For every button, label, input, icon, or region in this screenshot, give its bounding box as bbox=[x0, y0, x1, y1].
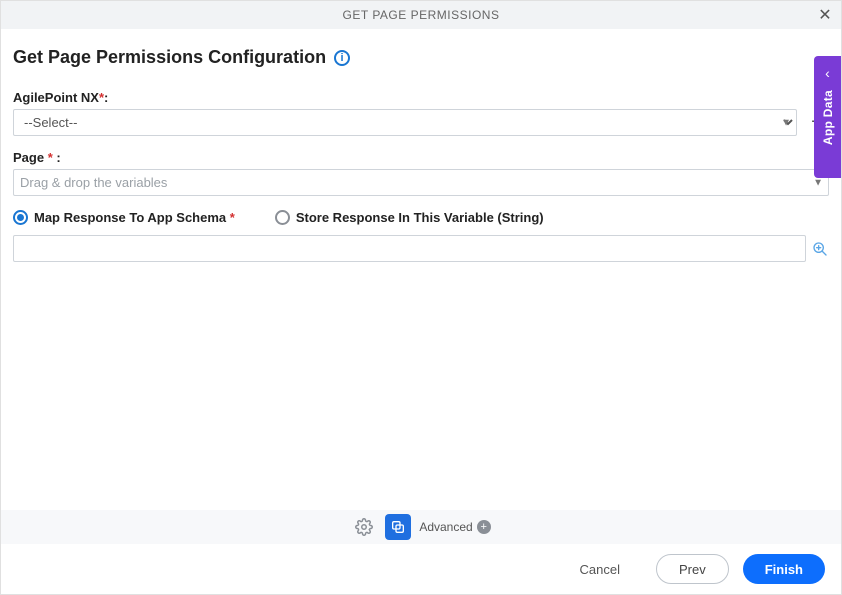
store-response-radio[interactable]: Store Response In This Variable (String) bbox=[275, 210, 544, 225]
dialog-window: GET PAGE PERMISSIONS ✕ Get Page Permissi… bbox=[0, 0, 842, 595]
cancel-button[interactable]: Cancel bbox=[558, 554, 642, 584]
copy-activity-button[interactable] bbox=[385, 514, 411, 540]
page-field: Page * : ▼ bbox=[13, 150, 829, 196]
map-response-radio[interactable]: Map Response To App Schema * bbox=[13, 210, 235, 225]
finish-button[interactable]: Finish bbox=[743, 554, 825, 584]
agilepoint-select-wrap: --Select-- ▼ bbox=[13, 109, 797, 136]
required-asterisk: * bbox=[230, 210, 235, 225]
radio-unchecked-icon bbox=[275, 210, 290, 225]
agilepoint-select[interactable]: --Select-- bbox=[13, 109, 797, 136]
response-input-row bbox=[13, 235, 829, 262]
close-icon: ✕ bbox=[818, 5, 831, 25]
titlebar-title: GET PAGE PERMISSIONS bbox=[343, 8, 500, 22]
info-icon[interactable]: i bbox=[334, 50, 350, 66]
page-input[interactable] bbox=[13, 169, 829, 196]
chevron-left-icon: ‹ bbox=[825, 66, 830, 80]
dialog-body: Get Page Permissions Configuration i Agi… bbox=[1, 29, 841, 510]
map-response-label: Map Response To App Schema * bbox=[34, 210, 235, 225]
plus-circle-icon: + bbox=[477, 520, 491, 534]
settings-button[interactable] bbox=[351, 514, 377, 540]
dialog-footer: Cancel Prev Finish bbox=[1, 544, 841, 594]
copy-icon bbox=[390, 519, 406, 535]
close-button[interactable]: ✕ bbox=[815, 5, 835, 25]
gear-icon bbox=[355, 518, 373, 536]
agilepoint-field: AgilePoint NX*: --Select-- ▼ + bbox=[13, 90, 829, 136]
page-label: Page * : bbox=[13, 150, 829, 165]
advanced-toolbar: Advanced + bbox=[1, 510, 841, 544]
titlebar: GET PAGE PERMISSIONS ✕ bbox=[1, 1, 841, 29]
magnifier-plus-icon bbox=[812, 241, 828, 257]
label-colon: : bbox=[104, 90, 108, 105]
page-heading: Get Page Permissions Configuration i bbox=[13, 47, 829, 68]
radio-checked-icon bbox=[13, 210, 28, 225]
agilepoint-label: AgilePoint NX*: bbox=[13, 90, 829, 105]
label-colon: : bbox=[56, 150, 60, 165]
page-label-text: Page bbox=[13, 150, 44, 165]
page-title: Get Page Permissions Configuration bbox=[13, 47, 326, 68]
app-data-side-tab[interactable]: ‹ App Data bbox=[814, 56, 841, 178]
response-radio-group: Map Response To App Schema * Store Respo… bbox=[13, 210, 829, 225]
lookup-button[interactable] bbox=[812, 240, 829, 258]
agilepoint-label-text: AgilePoint NX bbox=[13, 90, 99, 105]
page-input-wrap: ▼ bbox=[13, 169, 829, 196]
advanced-label: Advanced bbox=[419, 520, 472, 534]
advanced-toggle[interactable]: Advanced + bbox=[419, 520, 490, 534]
required-asterisk: * bbox=[48, 150, 53, 165]
response-input[interactable] bbox=[13, 235, 806, 262]
map-response-label-text: Map Response To App Schema bbox=[34, 210, 226, 225]
store-response-label: Store Response In This Variable (String) bbox=[296, 210, 544, 225]
app-data-label: App Data bbox=[821, 90, 835, 145]
prev-button[interactable]: Prev bbox=[656, 554, 729, 584]
